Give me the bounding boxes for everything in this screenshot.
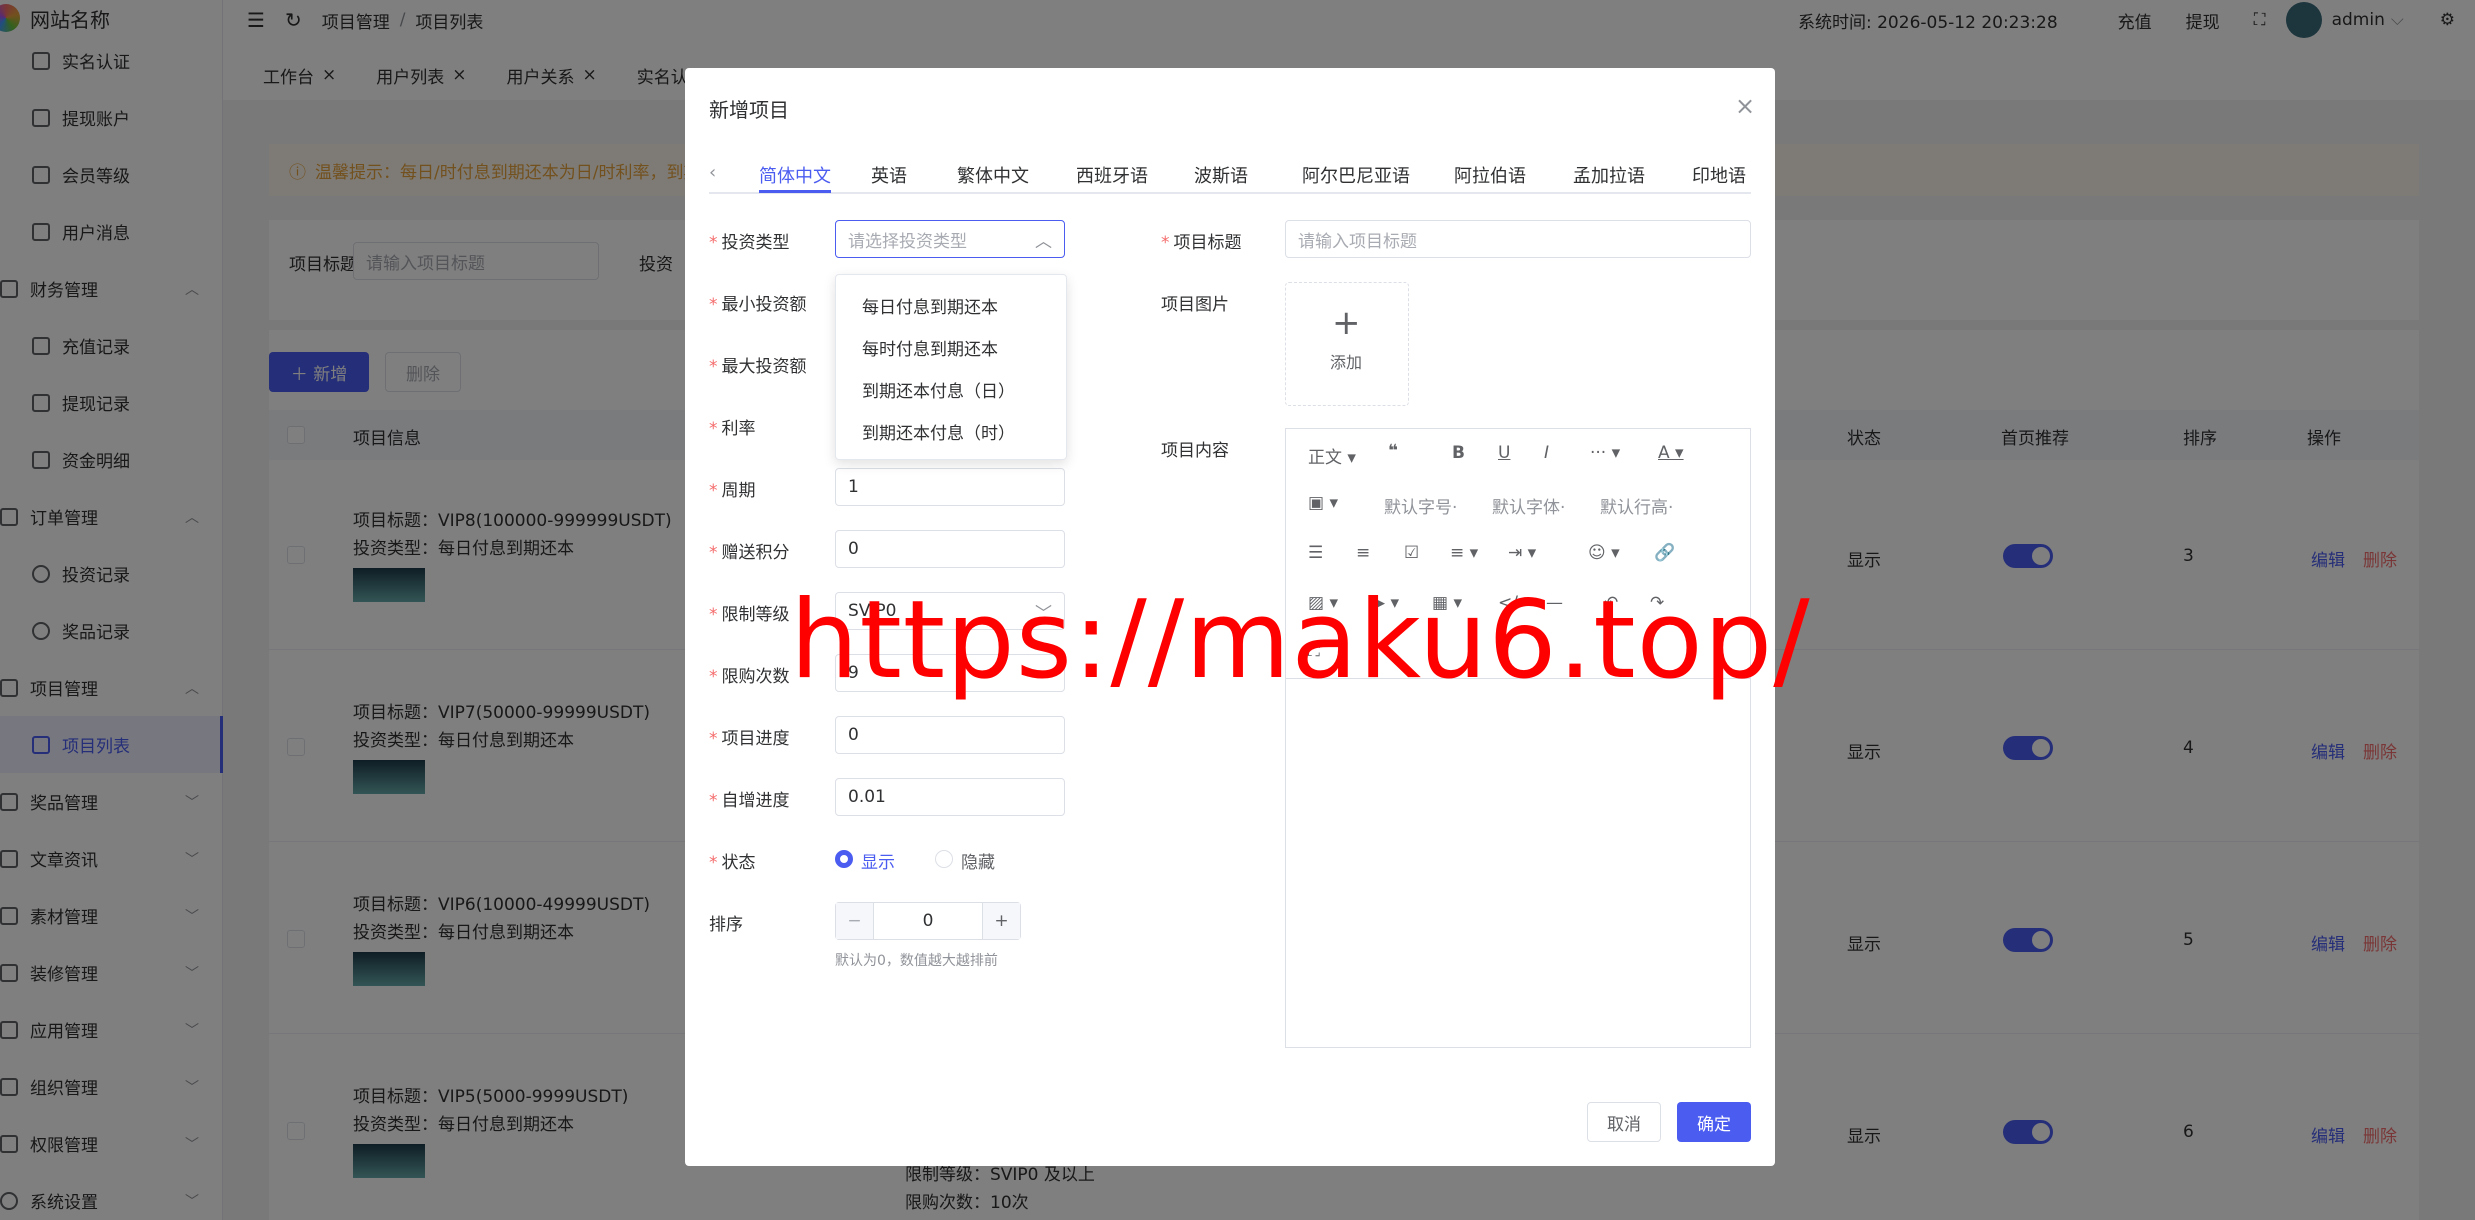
image-upload[interactable]: + 添加 bbox=[1285, 282, 1409, 406]
progress-label: * 项目进度 bbox=[709, 729, 790, 749]
points-label: * 赠送积分 bbox=[709, 543, 790, 563]
content-label: 项目内容 bbox=[1161, 441, 1229, 461]
image-label: 项目图片 bbox=[1161, 295, 1229, 315]
title-label: * 项目标题 bbox=[1161, 233, 1242, 253]
status-hide-radio[interactable] bbox=[935, 850, 953, 868]
tab-lang-en[interactable]: 英语 bbox=[871, 162, 907, 188]
close-icon[interactable]: × bbox=[1735, 92, 1755, 120]
font-size-select[interactable]: 默认字号· bbox=[1384, 493, 1457, 518]
paragraph-select[interactable]: 正文 ▾ bbox=[1308, 443, 1356, 468]
tab-lang-es[interactable]: 西班牙语 bbox=[1076, 162, 1148, 188]
invest-type-label: * 投资类型 bbox=[709, 233, 790, 253]
rate-label: * 利率 bbox=[709, 419, 756, 439]
option-maturity-daily[interactable]: 到期还本付息（日） bbox=[862, 377, 1015, 402]
chevron-up-icon: ︿ bbox=[1035, 231, 1052, 252]
editor-body[interactable] bbox=[1286, 679, 1750, 1047]
level-label: * 限制等级 bbox=[709, 605, 790, 625]
max-invest-label: * 最大投资额 bbox=[709, 357, 807, 377]
auto-progress-label: * 自增进度 bbox=[709, 791, 790, 811]
more-icon[interactable]: ··· ▾ bbox=[1590, 443, 1620, 463]
tab-lang-sq[interactable]: 阿尔巴尼亚语 bbox=[1302, 162, 1410, 188]
sort-stepper[interactable]: − 0 + bbox=[835, 902, 1021, 940]
auto-progress-input[interactable]: 0.01 bbox=[835, 778, 1065, 816]
sort-hint: 默认为0，数值越大越排前 bbox=[835, 953, 998, 969]
indent-icon[interactable]: ⇥ ▾ bbox=[1508, 543, 1536, 563]
status-hide-label[interactable]: 隐藏 bbox=[961, 848, 995, 873]
option-daily-interest[interactable]: 每日付息到期还本 bbox=[862, 293, 998, 318]
numbered-list-icon[interactable]: ≡ bbox=[1356, 543, 1370, 563]
minus-icon[interactable]: − bbox=[836, 903, 874, 939]
progress-input[interactable]: 0 bbox=[835, 716, 1065, 754]
quote-icon[interactable]: ❝ bbox=[1388, 441, 1398, 461]
line-height-select[interactable]: 默认行高· bbox=[1600, 493, 1673, 518]
points-input[interactable]: 0 bbox=[835, 530, 1065, 568]
option-maturity-hourly[interactable]: 到期还本付息（时） bbox=[862, 419, 1015, 444]
emoji-icon[interactable]: ☺ ▾ bbox=[1588, 543, 1620, 563]
font-color-icon[interactable]: A ▾ bbox=[1658, 443, 1684, 463]
tab-lang-ar[interactable]: 阿拉伯语 bbox=[1454, 162, 1526, 188]
min-invest-label: * 最小投资额 bbox=[709, 295, 807, 315]
cancel-button[interactable]: 取消 bbox=[1587, 1102, 1661, 1142]
todo-icon[interactable]: ☑ bbox=[1404, 543, 1419, 563]
sort-value[interactable]: 0 bbox=[874, 911, 982, 931]
title-input[interactable]: 请输入项目标题 bbox=[1285, 220, 1751, 258]
font-family-select[interactable]: 默认字体· bbox=[1492, 493, 1565, 518]
period-input[interactable]: 1 bbox=[835, 468, 1065, 506]
period-label: * 周期 bbox=[709, 481, 756, 501]
invest-type-dropdown: 每日付息到期还本 每时付息到期还本 到期还本付息（日） 到期还本付息（时） bbox=[835, 274, 1067, 460]
align-icon[interactable]: ≡ ▾ bbox=[1450, 543, 1478, 563]
confirm-button[interactable]: 确定 bbox=[1677, 1102, 1751, 1142]
plus-icon: + bbox=[1332, 303, 1361, 343]
plus-icon[interactable]: + bbox=[982, 903, 1020, 939]
underline-icon[interactable]: U bbox=[1498, 443, 1510, 463]
chevron-left-icon[interactable]: ‹ bbox=[709, 162, 716, 183]
italic-icon[interactable]: I bbox=[1544, 443, 1549, 463]
sort-label: 排序 bbox=[709, 915, 743, 935]
language-tabs: ‹ 简体中文 英语 繁体中文 西班牙语 波斯语 阿尔巴尼亚语 阿拉伯语 孟加拉语… bbox=[709, 154, 1751, 194]
rich-text-editor: 正文 ▾ ❝ B U I ··· ▾ A ▾ ▣ ▾ 默认字号· 默认字体· 默… bbox=[1285, 428, 1751, 1048]
bullet-list-icon[interactable]: ☰ bbox=[1308, 543, 1323, 563]
upload-text: 添加 bbox=[1330, 353, 1363, 372]
active-tab-indicator bbox=[759, 190, 831, 193]
tab-lang-zh-cn[interactable]: 简体中文 bbox=[759, 162, 831, 188]
tab-lang-bn[interactable]: 孟加拉语 bbox=[1573, 162, 1645, 188]
dialog-title: 新增项目 bbox=[709, 98, 789, 122]
tab-lang-zh-tw[interactable]: 繁体中文 bbox=[957, 162, 1029, 188]
bg-color-icon[interactable]: ▣ ▾ bbox=[1308, 493, 1338, 513]
option-hourly-interest[interactable]: 每时付息到期还本 bbox=[862, 335, 998, 360]
invest-type-select[interactable]: 请选择投资类型 ︿ bbox=[835, 220, 1065, 258]
status-show-label[interactable]: 显示 bbox=[861, 848, 895, 873]
status-label: * 状态 bbox=[709, 853, 756, 873]
limit-label: * 限购次数 bbox=[709, 667, 790, 687]
tab-lang-fa[interactable]: 波斯语 bbox=[1194, 162, 1248, 188]
link-icon[interactable]: 🔗 bbox=[1654, 543, 1675, 563]
status-show-radio[interactable] bbox=[835, 850, 853, 868]
chevron-right-icon[interactable]: › bbox=[1737, 162, 1744, 183]
bold-icon[interactable]: B bbox=[1452, 443, 1465, 463]
watermark-text: https://maku6.top/ bbox=[790, 578, 1811, 703]
